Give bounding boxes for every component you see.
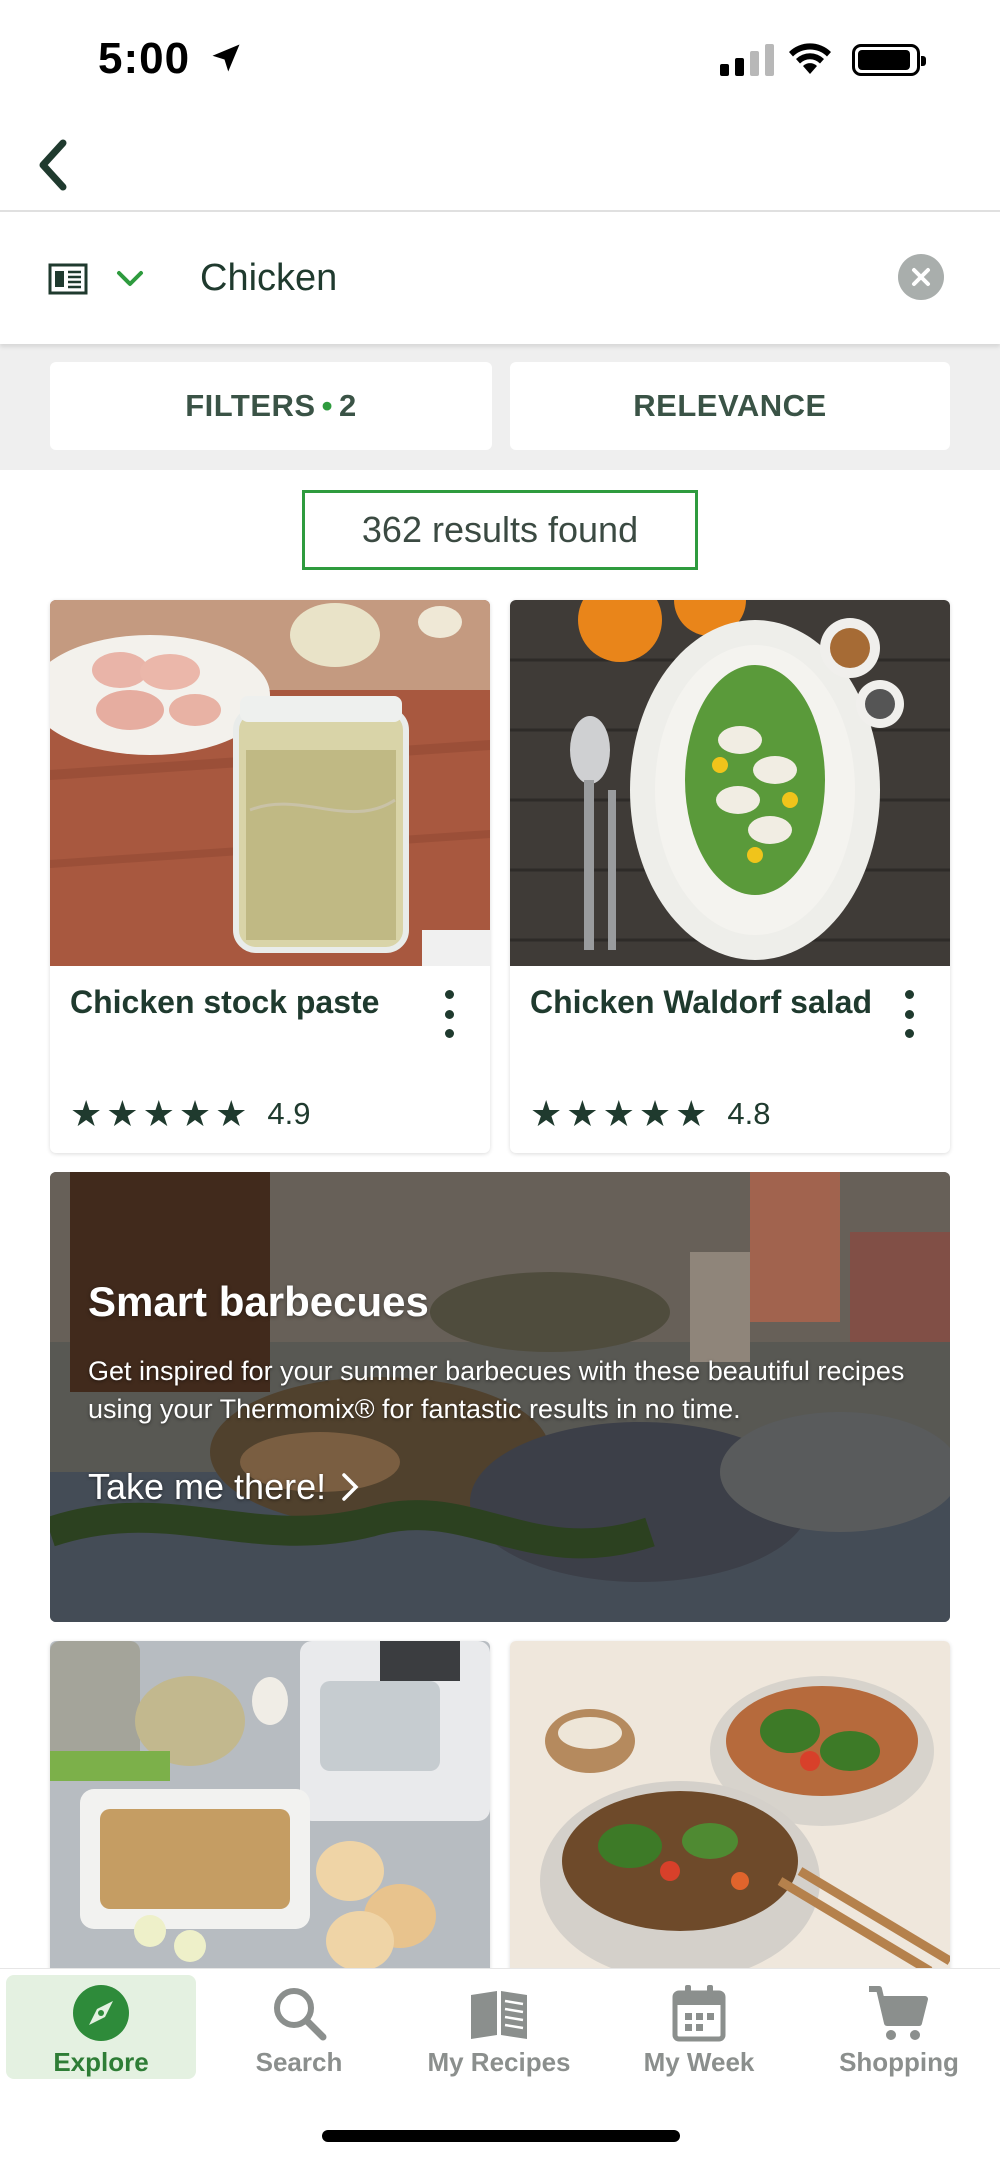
- star-icon: ★: [602, 1093, 635, 1134]
- filters-separator: •: [321, 388, 333, 423]
- recipe-title[interactable]: Chicken stock paste: [70, 984, 379, 1021]
- tab-label: Search: [255, 2047, 343, 2077]
- more-options-icon[interactable]: [442, 990, 456, 1038]
- tab-my-recipes[interactable]: My Recipes: [404, 1975, 594, 2079]
- chevron-down-icon: [117, 271, 143, 286]
- back-button[interactable]: [22, 134, 82, 196]
- promo-banner[interactable]: Smart barbecues Get inspired for your su…: [50, 1172, 950, 1622]
- nav-header: [0, 120, 1000, 212]
- recipe-card[interactable]: [510, 1641, 950, 1981]
- star-icon: ★: [215, 1093, 248, 1134]
- clear-search-button[interactable]: [898, 254, 944, 300]
- compass-icon: [73, 1985, 129, 2041]
- filters-count-badge: 2: [338, 388, 357, 423]
- recipe-image: [510, 600, 950, 966]
- filter-sort-bar: FILTERS • 2 RELEVANCE: [0, 344, 1000, 470]
- filters-label: FILTERS: [185, 388, 316, 423]
- search-icon: [274, 1988, 327, 2041]
- star-icon: ★: [142, 1093, 175, 1134]
- chevron-right-icon: [342, 1473, 359, 1501]
- rating-value: 4.9: [267, 1096, 311, 1131]
- search-input[interactable]: [200, 250, 880, 306]
- recipe-card[interactable]: Chicken stock paste ★ ★ ★ ★ ★ 4.9: [50, 600, 490, 1153]
- recipe-card[interactable]: Chicken Waldorf salad ★ ★ ★ ★ ★ 4.8: [510, 600, 950, 1153]
- star-icon: ★: [70, 1093, 103, 1134]
- recipe-card[interactable]: [50, 1641, 490, 1981]
- tab-explore[interactable]: Explore: [6, 1975, 196, 2079]
- recipe-image: [50, 1641, 490, 1981]
- banner-description: Get inspired for your summer barbecues w…: [88, 1356, 905, 1424]
- results-count: 362 results found: [302, 490, 698, 570]
- rating-value: 4.8: [727, 1096, 771, 1131]
- recipe-title[interactable]: Chicken Waldorf salad: [530, 984, 872, 1021]
- recipe-image: [510, 1641, 950, 1981]
- tab-label: Explore: [53, 2047, 149, 2077]
- filters-button[interactable]: FILTERS • 2: [50, 362, 492, 450]
- tab-label: My Recipes: [427, 2047, 571, 2077]
- star-icon: ★: [178, 1093, 212, 1134]
- tab-label: My Week: [643, 2047, 755, 2077]
- cart-icon: [869, 1986, 928, 2040]
- tab-label: Shopping: [839, 2047, 959, 2077]
- rating-stars: ★ ★ ★ ★ ★ 4.9: [70, 1096, 311, 1132]
- rating-stars: ★ ★ ★ ★ ★ 4.8: [530, 1096, 771, 1132]
- star-icon: ★: [106, 1093, 139, 1134]
- tab-my-week[interactable]: My Week: [604, 1975, 794, 2079]
- view-mode-toggle[interactable]: [48, 256, 158, 302]
- home-indicator: [322, 2130, 680, 2142]
- calendar-icon: [672, 1985, 726, 2042]
- close-icon: [912, 268, 930, 286]
- tab-shopping[interactable]: Shopping: [804, 1975, 994, 2079]
- tab-search[interactable]: Search: [204, 1975, 394, 2079]
- banner-cta-label: Take me there!: [88, 1466, 327, 1507]
- banner-cta-link[interactable]: Take me there!: [88, 1466, 360, 1508]
- sort-label: RELEVANCE: [633, 388, 827, 423]
- location-arrow-icon: [212, 44, 240, 72]
- chevron-left-icon: [39, 139, 67, 191]
- search-bar: [0, 212, 1000, 344]
- sort-button[interactable]: RELEVANCE: [510, 362, 950, 450]
- status-bar: 5:00: [0, 0, 1000, 120]
- list-view-icon: [48, 263, 88, 295]
- recipe-image: [50, 600, 490, 966]
- banner-title: Smart barbecues: [88, 1278, 429, 1325]
- book-icon: [471, 1991, 527, 2039]
- cellular-signal-icon: [720, 42, 774, 76]
- status-time: 5:00: [98, 34, 191, 83]
- star-icon: ★: [566, 1093, 599, 1134]
- star-icon: ★: [530, 1093, 563, 1134]
- star-icon: ★: [638, 1093, 672, 1134]
- battery-icon: [852, 44, 926, 76]
- wifi-icon: [789, 43, 831, 74]
- star-icon: ★: [675, 1093, 708, 1134]
- more-options-icon[interactable]: [902, 990, 916, 1038]
